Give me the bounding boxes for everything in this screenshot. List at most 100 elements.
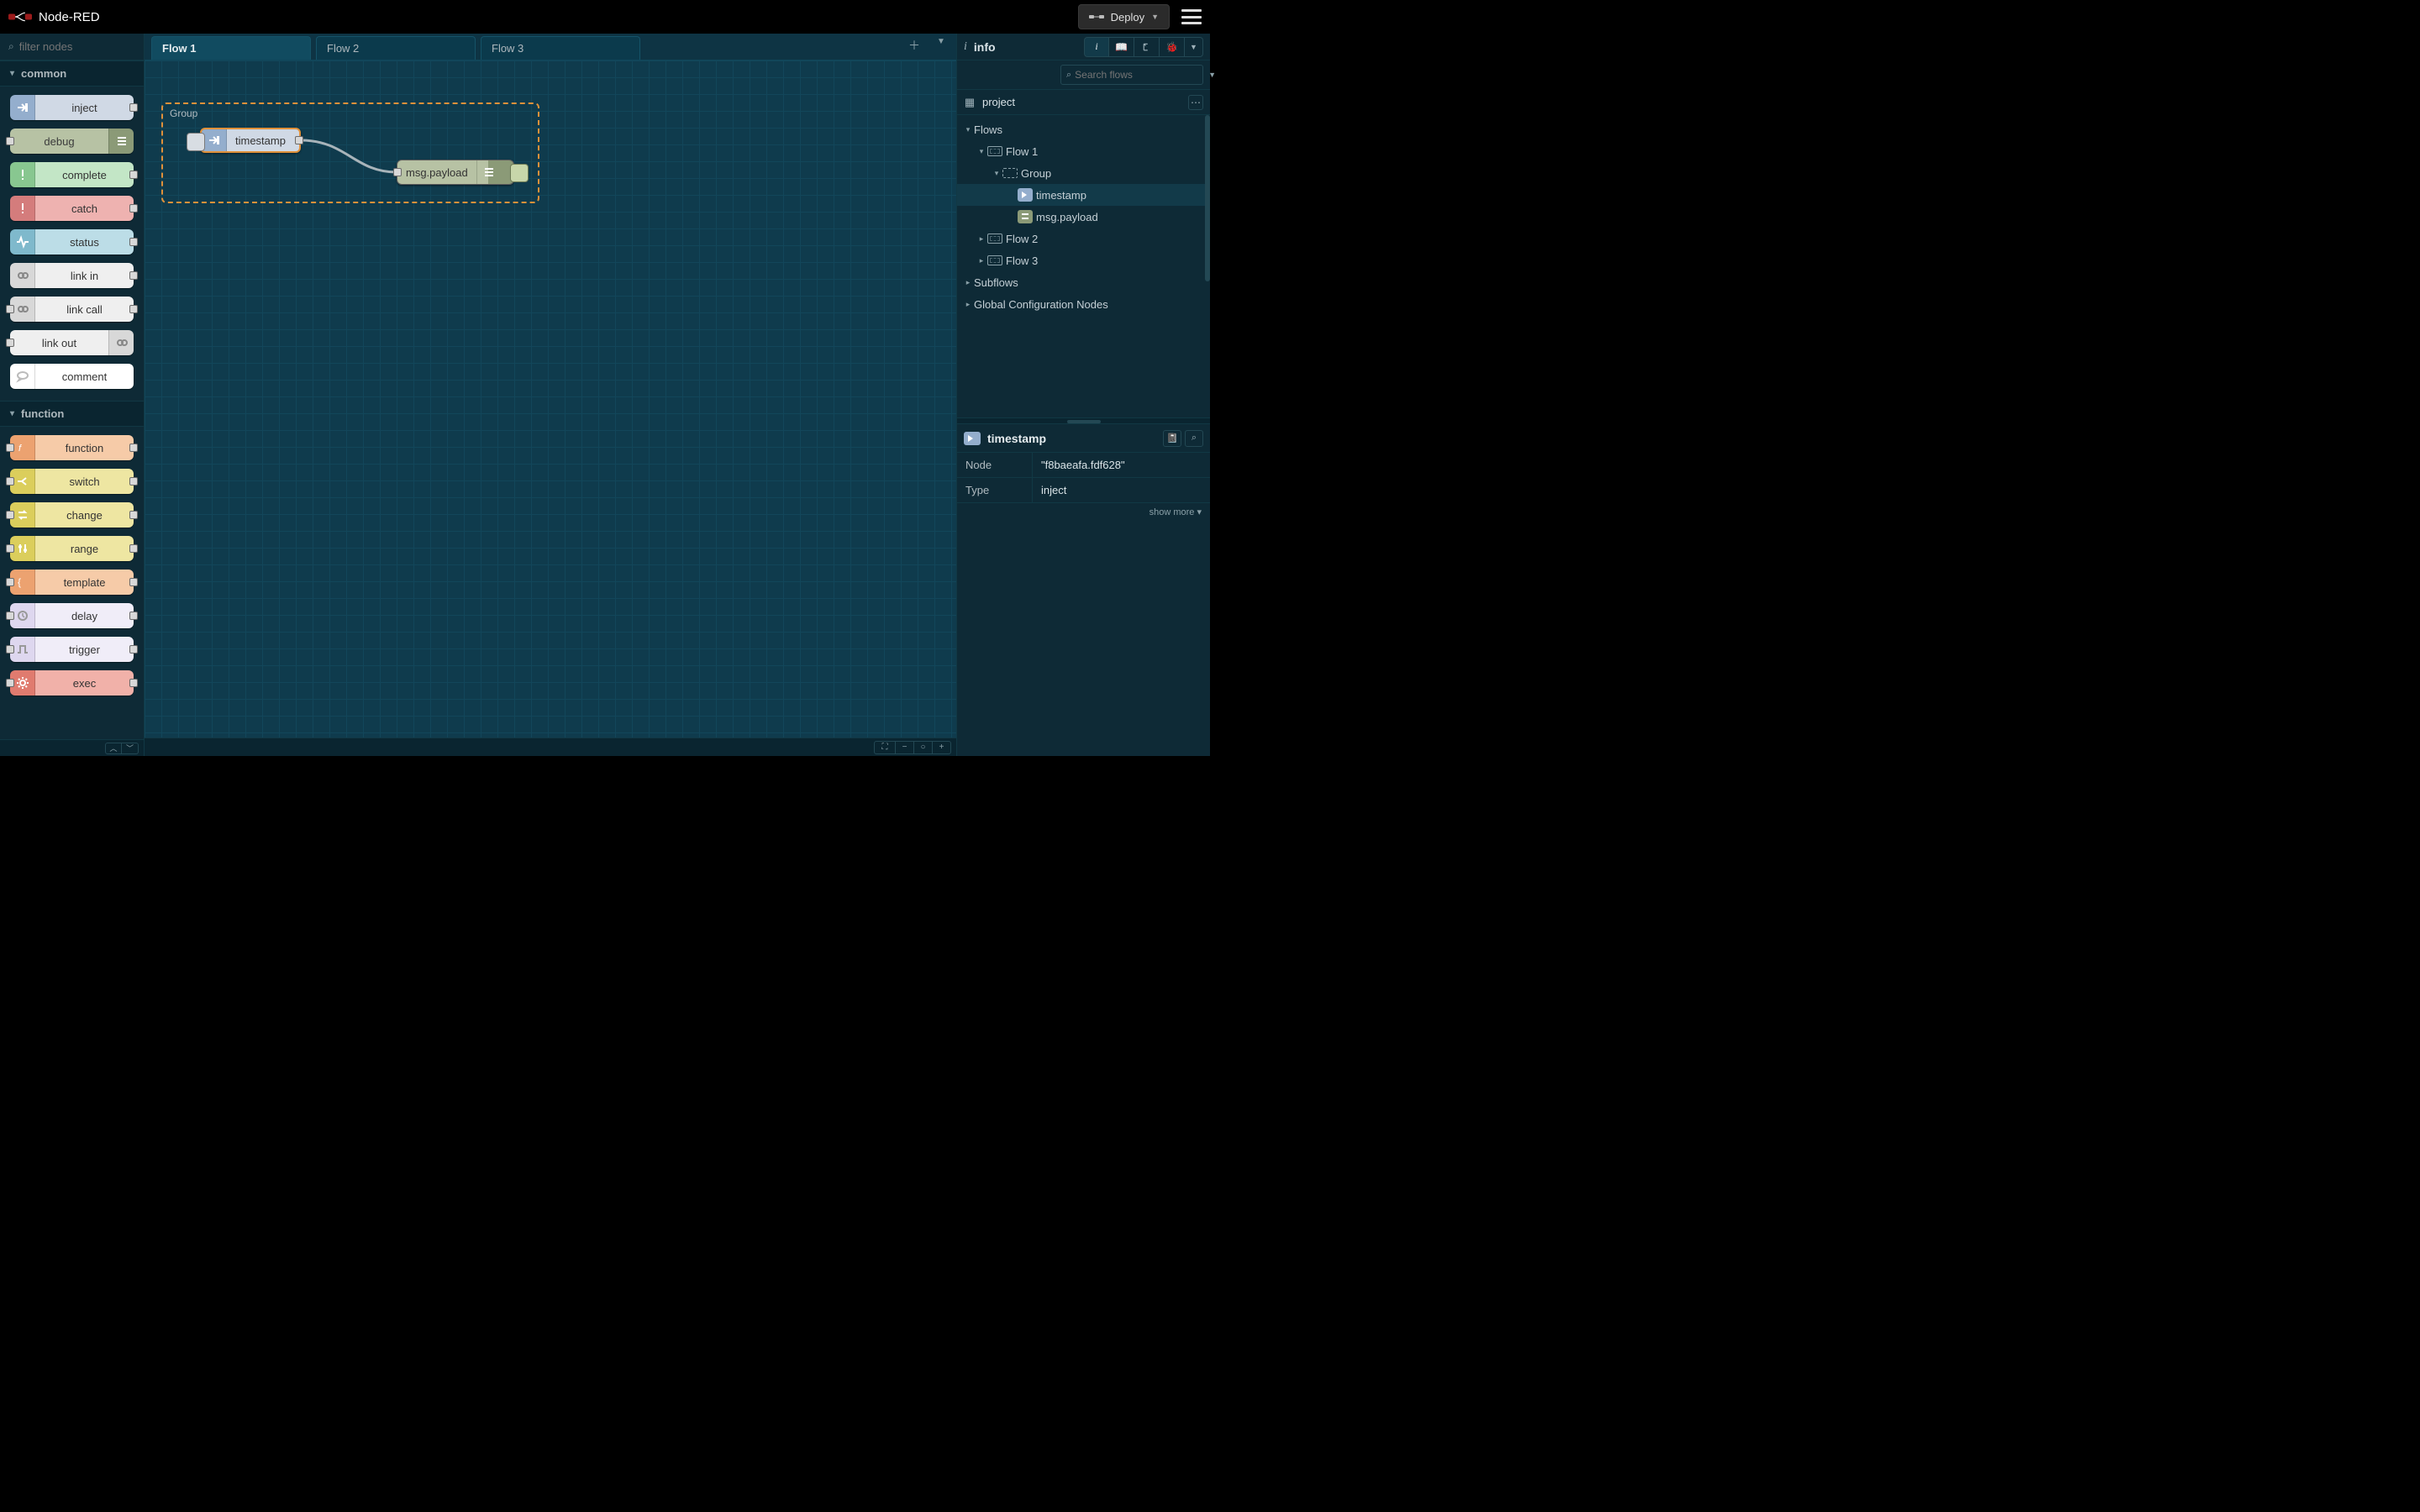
palette-node-complete[interactable]: complete <box>10 162 134 187</box>
palette-node-function[interactable]: f function <box>10 435 134 460</box>
prop-val-node: "f8baeafa.fdf628" <box>1033 453 1210 477</box>
sidebar-search[interactable]: ⌕ ▼ <box>1060 65 1203 85</box>
logo-icon <box>8 10 32 24</box>
port-icon <box>129 305 138 313</box>
tree-subflows[interactable]: ▸ Subflows <box>957 271 1210 293</box>
zoom-in-button[interactable]: + <box>933 741 951 754</box>
flow-icon <box>987 146 1002 156</box>
sidebar-split-handle[interactable] <box>957 417 1210 424</box>
flow-canvas[interactable]: Group timestamp msg.payload <box>145 60 956 738</box>
palette-node-comment[interactable]: comment <box>10 364 134 389</box>
add-flow-button[interactable]: ＋ <box>906 37 923 54</box>
flow-icon <box>987 234 1002 244</box>
deploy-label: Deploy <box>1111 11 1144 24</box>
app-logo: Node-RED <box>8 10 100 24</box>
tree-global-config[interactable]: ▸ Global Configuration Nodes <box>957 293 1210 315</box>
prop-key-node: Node <box>957 453 1033 477</box>
port-icon <box>129 444 138 452</box>
inject-badge-icon <box>1018 188 1033 202</box>
tree-flow-1[interactable]: ▾ Flow 1 <box>957 140 1210 162</box>
palette-node-switch[interactable]: switch <box>10 469 134 494</box>
port-icon[interactable] <box>295 136 303 144</box>
caret-down-icon: ▼ <box>1208 71 1216 79</box>
project-options-button[interactable]: ⋯ <box>1188 95 1203 110</box>
tree-flow-3[interactable]: ▸ Flow 3 <box>957 249 1210 271</box>
palette-node-trigger[interactable]: trigger <box>10 637 134 662</box>
port-icon[interactable] <box>393 168 402 176</box>
project-label: project <box>982 96 1015 108</box>
selected-node-name: timestamp <box>987 432 1046 445</box>
palette-node-template[interactable]: { template <box>10 570 134 595</box>
bang-icon <box>10 162 35 187</box>
tree-node-debug[interactable]: msg.payload <box>957 206 1210 228</box>
tree-group[interactable]: ▾ Group <box>957 162 1210 184</box>
port-icon <box>129 238 138 246</box>
tree-node-timestamp[interactable]: timestamp <box>957 184 1210 206</box>
port-icon <box>129 204 138 213</box>
link-icon <box>10 263 35 288</box>
palette-node-change[interactable]: change <box>10 502 134 528</box>
caret-right-icon: ▸ <box>962 300 974 309</box>
inject-badge-icon <box>964 432 981 445</box>
bang-icon <box>10 196 35 221</box>
palette-node-status[interactable]: status <box>10 229 134 255</box>
navigator-button[interactable]: ⛶ <box>874 741 896 754</box>
flow-group[interactable]: Group <box>161 102 539 203</box>
tab-flow-1[interactable]: Flow 1 <box>151 36 311 60</box>
scrollbar[interactable] <box>1205 115 1210 281</box>
palette-node-debug[interactable]: debug <box>10 129 134 154</box>
palette-filter[interactable]: ⌕ <box>0 34 144 60</box>
palette-node-inject[interactable]: inject <box>10 95 134 120</box>
group-icon <box>1002 168 1018 178</box>
search-icon: ⌕ <box>8 40 14 53</box>
flow-menu-button[interactable]: ▼ <box>933 37 950 54</box>
port-icon <box>6 305 14 313</box>
sidebar-tab-help[interactable]: 📖 <box>1109 37 1134 57</box>
palette-node-link-out[interactable]: link out <box>10 330 134 355</box>
caret-down-icon: ▾ <box>976 147 987 156</box>
sidebar-tab-history[interactable] <box>1134 37 1160 57</box>
canvas-node-debug[interactable]: msg.payload <box>397 160 514 185</box>
sidebar-search-input[interactable] <box>1075 69 1205 81</box>
link-icon <box>108 330 134 355</box>
canvas-node-timestamp[interactable]: timestamp <box>200 128 301 153</box>
show-more-button[interactable]: show more ▾ <box>957 503 1210 521</box>
palette-node-range[interactable]: range <box>10 536 134 561</box>
palette-collapse-up-button[interactable]: ︿ <box>105 743 122 754</box>
port-icon <box>129 103 138 112</box>
palette-collapse-down-button[interactable]: ﹀ <box>122 743 139 754</box>
palette-node-exec[interactable]: exec <box>10 670 134 696</box>
prop-val-type: inject <box>1033 478 1210 502</box>
palette-node-catch[interactable]: catch <box>10 196 134 221</box>
palette-node-link-call[interactable]: link call <box>10 297 134 322</box>
port-icon <box>129 171 138 179</box>
node-notebook-button[interactable]: 📓 <box>1163 430 1181 447</box>
deploy-button[interactable]: Deploy ▼ <box>1078 4 1170 29</box>
tree-flow-2[interactable]: ▸ Flow 2 <box>957 228 1210 249</box>
palette-node-link-in[interactable]: link in <box>10 263 134 288</box>
port-icon <box>6 339 14 347</box>
palette-category-function[interactable]: ▾ function <box>0 401 144 427</box>
inject-trigger-button[interactable] <box>187 133 205 151</box>
palette-node-delay[interactable]: delay <box>10 603 134 628</box>
tree-flows[interactable]: ▾ Flows <box>957 118 1210 140</box>
zoom-reset-button[interactable]: ○ <box>914 741 933 754</box>
project-icon: ▦ <box>964 96 976 109</box>
sidebar-title: info <box>974 40 996 54</box>
chevron-down-icon: ▾ <box>10 409 14 418</box>
port-icon <box>129 271 138 280</box>
sidebar-tab-debug[interactable]: 🐞 <box>1160 37 1185 57</box>
bars-icon <box>476 160 502 184</box>
sidebar-tab-info[interactable]: i <box>1084 37 1109 57</box>
flow-icon <box>987 255 1002 265</box>
main-menu-button[interactable] <box>1181 9 1202 24</box>
tab-flow-3[interactable]: Flow 3 <box>481 36 640 60</box>
zoom-out-button[interactable]: − <box>896 741 914 754</box>
tab-flow-2[interactable]: Flow 2 <box>316 36 476 60</box>
node-search-button[interactable]: ⌕ <box>1185 430 1203 447</box>
search-icon: ⌕ <box>1066 70 1071 81</box>
palette-category-common[interactable]: ▾ common <box>0 60 144 87</box>
debug-toggle-button[interactable] <box>510 164 529 182</box>
sidebar-tab-more[interactable]: ▼ <box>1185 37 1203 57</box>
bars-icon <box>108 129 134 154</box>
